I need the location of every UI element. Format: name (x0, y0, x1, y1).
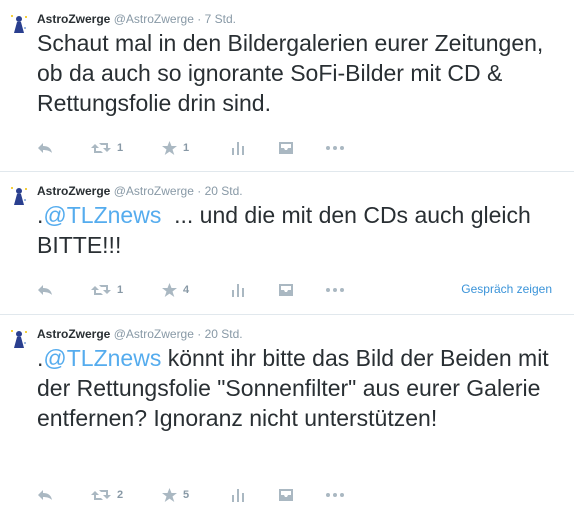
reply-icon (38, 143, 52, 153)
more-button[interactable] (326, 138, 344, 158)
analytics-button[interactable] (232, 280, 244, 300)
favorite-icon (162, 488, 177, 502)
display-name[interactable]: AstroZwerge (37, 12, 110, 26)
tweet-text: .@TLZnews ... und die mit den CDs auch g… (37, 200, 562, 260)
retweet-count: 1 (117, 142, 124, 154)
favorite-count: 5 (183, 489, 190, 501)
reply-button[interactable] (37, 280, 53, 300)
mention-link[interactable]: @TLZnews (43, 345, 161, 371)
separator: · (197, 184, 202, 198)
more-icon (326, 493, 344, 497)
tweet-body: Schaut mal in den Bildergalerien eurer Z… (37, 30, 544, 116)
reply-icon (38, 490, 52, 500)
separator: · (197, 12, 202, 26)
inbox-icon (279, 284, 293, 296)
tweet-text: Schaut mal in den Bildergalerien eurer Z… (37, 28, 562, 118)
retweet-count: 2 (117, 489, 124, 501)
inbox-button[interactable] (279, 485, 293, 505)
inbox-button[interactable] (279, 280, 293, 300)
retweet-button[interactable]: 2 (91, 485, 123, 505)
tweet-header: AstroZwerge @AstroZwerge · 20 Std. (37, 183, 243, 199)
retweet-button[interactable]: 1 (91, 138, 123, 158)
retweet-count: 1 (117, 284, 124, 296)
tweet-actions: 2 5 (37, 485, 562, 505)
inbox-button[interactable] (279, 138, 293, 158)
analytics-button[interactable] (232, 485, 244, 505)
analytics-button[interactable] (232, 138, 244, 158)
favorite-count: 1 (183, 142, 190, 154)
avatar[interactable] (8, 12, 30, 34)
show-conversation-link[interactable]: Gespräch zeigen (461, 282, 552, 296)
analytics-icon (232, 283, 244, 297)
tweet-2: AstroZwerge @AstroZwerge · 20 Std. .@TLZ… (0, 171, 574, 312)
retweet-button[interactable]: 1 (91, 280, 123, 300)
more-icon (326, 288, 344, 292)
user-handle[interactable]: @AstroZwerge (114, 184, 194, 198)
retweet-icon (91, 285, 111, 295)
favorite-button[interactable]: 4 (162, 280, 189, 300)
retweet-icon (91, 143, 111, 153)
analytics-icon (232, 488, 244, 502)
display-name[interactable]: AstroZwerge (37, 327, 110, 341)
tweet-actions: 1 1 (37, 138, 562, 158)
tweet-header: AstroZwerge @AstroZwerge · 20 Std. (37, 326, 243, 342)
timestamp[interactable]: 20 Std. (205, 327, 243, 341)
favorite-button[interactable]: 1 (162, 138, 189, 158)
favorite-icon (162, 141, 177, 155)
retweet-icon (91, 490, 111, 500)
tweet-text: .@TLZnews könnt ihr bitte das Bild der B… (37, 343, 562, 433)
tweet-1: AstroZwerge @AstroZwerge · 7 Std. Schaut… (0, 0, 574, 170)
reply-button[interactable] (37, 138, 53, 158)
timestamp[interactable]: 20 Std. (205, 184, 243, 198)
avatar[interactable] (8, 184, 30, 206)
analytics-icon (232, 141, 244, 155)
user-handle[interactable]: @AstroZwerge (114, 12, 194, 26)
more-button[interactable] (326, 280, 344, 300)
reply-button[interactable] (37, 485, 53, 505)
favorite-button[interactable]: 5 (162, 485, 189, 505)
avatar[interactable] (8, 327, 30, 349)
inbox-icon (279, 489, 293, 501)
tweet-header: AstroZwerge @AstroZwerge · 7 Std. (37, 11, 236, 27)
separator: · (197, 327, 202, 341)
inbox-icon (279, 142, 293, 154)
favorite-icon (162, 283, 177, 297)
more-icon (326, 146, 344, 150)
user-handle[interactable]: @AstroZwerge (114, 327, 194, 341)
favorite-count: 4 (183, 284, 190, 296)
display-name[interactable]: AstroZwerge (37, 184, 110, 198)
reply-icon (38, 285, 52, 295)
mention-link[interactable]: @TLZnews (43, 202, 161, 228)
tweet-actions: 1 4 Gespräch zeigen (37, 280, 562, 300)
more-button[interactable] (326, 485, 344, 505)
tweet-3: AstroZwerge @AstroZwerge · 20 Std. .@TLZ… (0, 314, 574, 514)
timestamp[interactable]: 7 Std. (205, 12, 236, 26)
